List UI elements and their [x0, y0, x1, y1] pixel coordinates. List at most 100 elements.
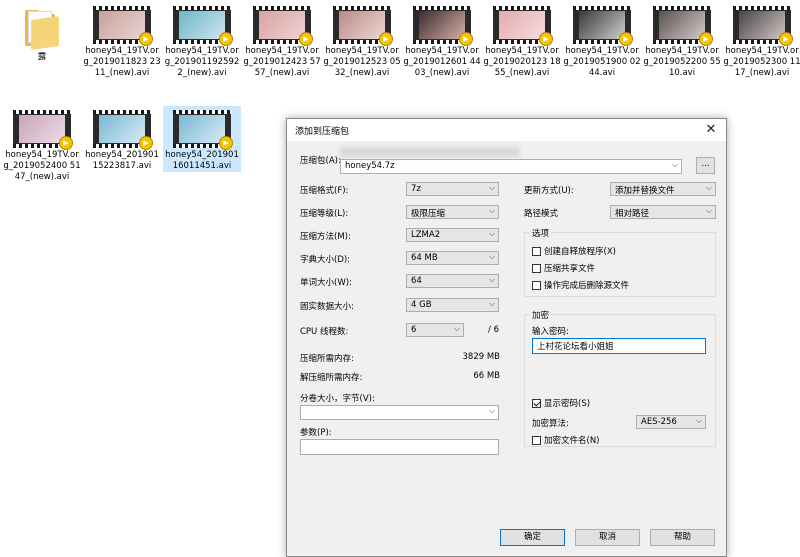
params-label: 参数(P):	[300, 428, 332, 438]
archive-path-value: honey54.7z	[345, 161, 395, 171]
help-button[interactable]: 帮助	[650, 529, 715, 546]
option-checkbox-label: 创建自释放程序(X)	[544, 247, 616, 257]
folder-icon	[25, 8, 59, 50]
redacted-path-blur	[340, 147, 520, 157]
video-thumbnail-icon: ▶	[13, 110, 73, 150]
encryption-method-select[interactable]: AES-256 ⌵	[636, 415, 706, 429]
option-select[interactable]: LZMA2 ⌵	[406, 228, 499, 242]
video-file-item[interactable]: ▶ honey54_19TV.org_2019012523 0532_(new).…	[323, 2, 401, 79]
video-thumbnail-icon: ▶	[173, 110, 233, 150]
params-input[interactable]	[300, 439, 499, 455]
archive-label: 压缩包(A):	[300, 156, 341, 166]
chevron-down-icon: ⌵	[488, 275, 495, 284]
dialog-title: 添加到压缩包	[295, 127, 350, 137]
show-password-checkbox[interactable]: 显示密码(S)	[532, 397, 590, 409]
encrypt-filenames-checkbox[interactable]: 加密文件名(N)	[532, 434, 600, 446]
video-thumbnail-icon: ▶	[493, 6, 553, 46]
ok-button[interactable]: 确定	[500, 529, 565, 546]
file-name: honey54_19TV.org_2019012601 4403_(new).a…	[403, 46, 481, 78]
option-value: 7z	[411, 184, 421, 194]
update-mode-select[interactable]: 添加并替换文件 ⌵	[610, 182, 716, 196]
path-mode-label: 路径模式	[524, 209, 559, 219]
file-name: honey54_19TV.org_2019020123 1855_(new).a…	[483, 46, 561, 78]
player-badge-icon: ▶	[459, 32, 473, 46]
video-thumbnail-icon: ▶	[253, 6, 313, 46]
encrypt-filenames-label: 加密文件名(N)	[544, 436, 600, 446]
chevron-down-icon: ⌵	[695, 416, 702, 425]
checkbox-box[interactable]	[532, 280, 541, 290]
checkbox-box[interactable]	[532, 263, 541, 273]
video-thumbnail-icon: ▶	[653, 6, 713, 46]
video-file-item[interactable]: ▶ honey54_20190115223817.avi	[83, 106, 161, 172]
video-file-item[interactable]: ▶ honey54_19TV.org_2019012601 4403_(new).…	[403, 2, 481, 79]
update-mode-value: 添加并替换文件	[615, 186, 675, 196]
video-file-item[interactable]: ▶ honey54_19TV.org_2019052300 1117_(new).…	[723, 2, 800, 79]
file-name: honey54_19TV.org_2019012523 0532_(new).a…	[323, 46, 401, 78]
browse-button[interactable]: ...	[696, 157, 715, 174]
video-file-item[interactable]: ▶ honey54_19TV.org_2019052200 5510.avi	[643, 2, 721, 79]
option-select[interactable]: 4 GB ⌵	[406, 298, 499, 312]
close-icon[interactable]: ✕	[702, 121, 720, 139]
file-name: honey54_19TV.org_2019011925922_(new).avi	[164, 46, 240, 78]
video-file-item[interactable]: ▶ honey54_19TV.org_2019012423 5757_(new).…	[243, 2, 321, 79]
option-label: 单词大小(W):	[300, 278, 352, 288]
option-value: 4 GB	[411, 300, 432, 310]
video-thumbnail-icon: ▶	[93, 6, 153, 46]
file-name: 露	[37, 52, 47, 62]
file-name: honey54_19TV.org_2019052200 5510.avi	[643, 46, 721, 78]
player-badge-icon: ▶	[299, 32, 313, 46]
option-select[interactable]: 极限压缩 ⌵	[406, 205, 499, 219]
folder-item[interactable]: 露	[3, 2, 81, 63]
option-checkbox[interactable]: 操作完成后删除源文件	[532, 279, 629, 291]
video-file-item[interactable]: ▶ honey54_19TV.org_2019052400 5147_(new).…	[3, 106, 81, 183]
split-size-label: 分卷大小，字节(V):	[300, 394, 375, 404]
encryption-method-label: 加密算法:	[532, 419, 569, 429]
split-size-combo[interactable]: ⌵	[300, 405, 499, 420]
option-value: LZMA2	[411, 230, 441, 240]
file-name: honey54_19TV.org_2019011823 2311_(new).a…	[83, 46, 161, 78]
mem-decompress-value: 66 MB	[473, 371, 500, 381]
option-value: 64 MB	[411, 253, 438, 263]
video-file-item[interactable]: ▶ honey54_19TV.org_2019051900 0244.avi	[563, 2, 641, 79]
player-badge-icon: ▶	[219, 32, 233, 46]
checkbox-box[interactable]	[532, 398, 541, 408]
file-name: honey54_20190115223817.avi	[85, 150, 159, 171]
dialog-titlebar: 添加到压缩包 ✕	[287, 119, 726, 141]
video-file-item[interactable]: ▶ honey54_20190116011451.avi	[163, 106, 241, 172]
option-label: 固实数据大小:	[300, 302, 354, 312]
file-name: honey54_20190116011451.avi	[165, 150, 239, 171]
option-checkbox[interactable]: 压缩共享文件	[532, 262, 595, 274]
video-thumbnail-icon: ▶	[93, 110, 153, 150]
option-select[interactable]: 64 MB ⌵	[406, 251, 499, 265]
chevron-down-icon: ⌵	[488, 252, 495, 261]
cancel-button[interactable]: 取消	[575, 529, 640, 546]
player-badge-icon: ▶	[139, 32, 153, 46]
password-label: 输入密码:	[532, 327, 569, 337]
checkbox-box[interactable]	[532, 246, 541, 256]
video-thumbnail-icon: ▶	[333, 6, 393, 46]
video-file-item[interactable]: ▶ honey54_19TV.org_2019011823 2311_(new).…	[83, 2, 161, 79]
checkbox-box[interactable]	[532, 435, 541, 445]
cpu-threads-total: / 6	[488, 325, 499, 335]
chevron-down-icon: ⌵	[671, 160, 678, 169]
video-file-item[interactable]: ▶ honey54_19TV.org_2019011925922_(new).av…	[163, 2, 241, 79]
path-mode-select[interactable]: 相对路径 ⌵	[610, 205, 716, 219]
video-file-item[interactable]: ▶ honey54_19TV.org_2019020123 1855_(new).…	[483, 2, 561, 79]
option-label: 字典大小(D):	[300, 255, 351, 265]
option-checkbox[interactable]: 创建自释放程序(X)	[532, 245, 616, 257]
option-select[interactable]: 64 ⌵	[406, 274, 499, 288]
cpu-threads-select[interactable]: 6 ⌵	[406, 323, 464, 337]
encryption-method-value: AES-256	[641, 417, 677, 427]
file-name: honey54_19TV.org_2019051900 0244.avi	[563, 46, 641, 78]
video-thumbnail-icon: ▶	[733, 6, 793, 46]
password-input[interactable]: 上村花论坛看小姐姐	[532, 338, 706, 354]
file-name: honey54_19TV.org_2019052300 1117_(new).a…	[723, 46, 800, 78]
player-badge-icon: ▶	[219, 136, 233, 150]
options-title: 选项	[530, 227, 552, 239]
player-badge-icon: ▶	[379, 32, 393, 46]
archive-path-combo[interactable]: honey54.7z ⌵	[340, 159, 682, 174]
option-label: 压缩等级(L):	[300, 209, 349, 219]
option-value: 64	[411, 276, 422, 286]
option-select[interactable]: 7z ⌵	[406, 182, 499, 196]
player-badge-icon: ▶	[59, 136, 73, 150]
